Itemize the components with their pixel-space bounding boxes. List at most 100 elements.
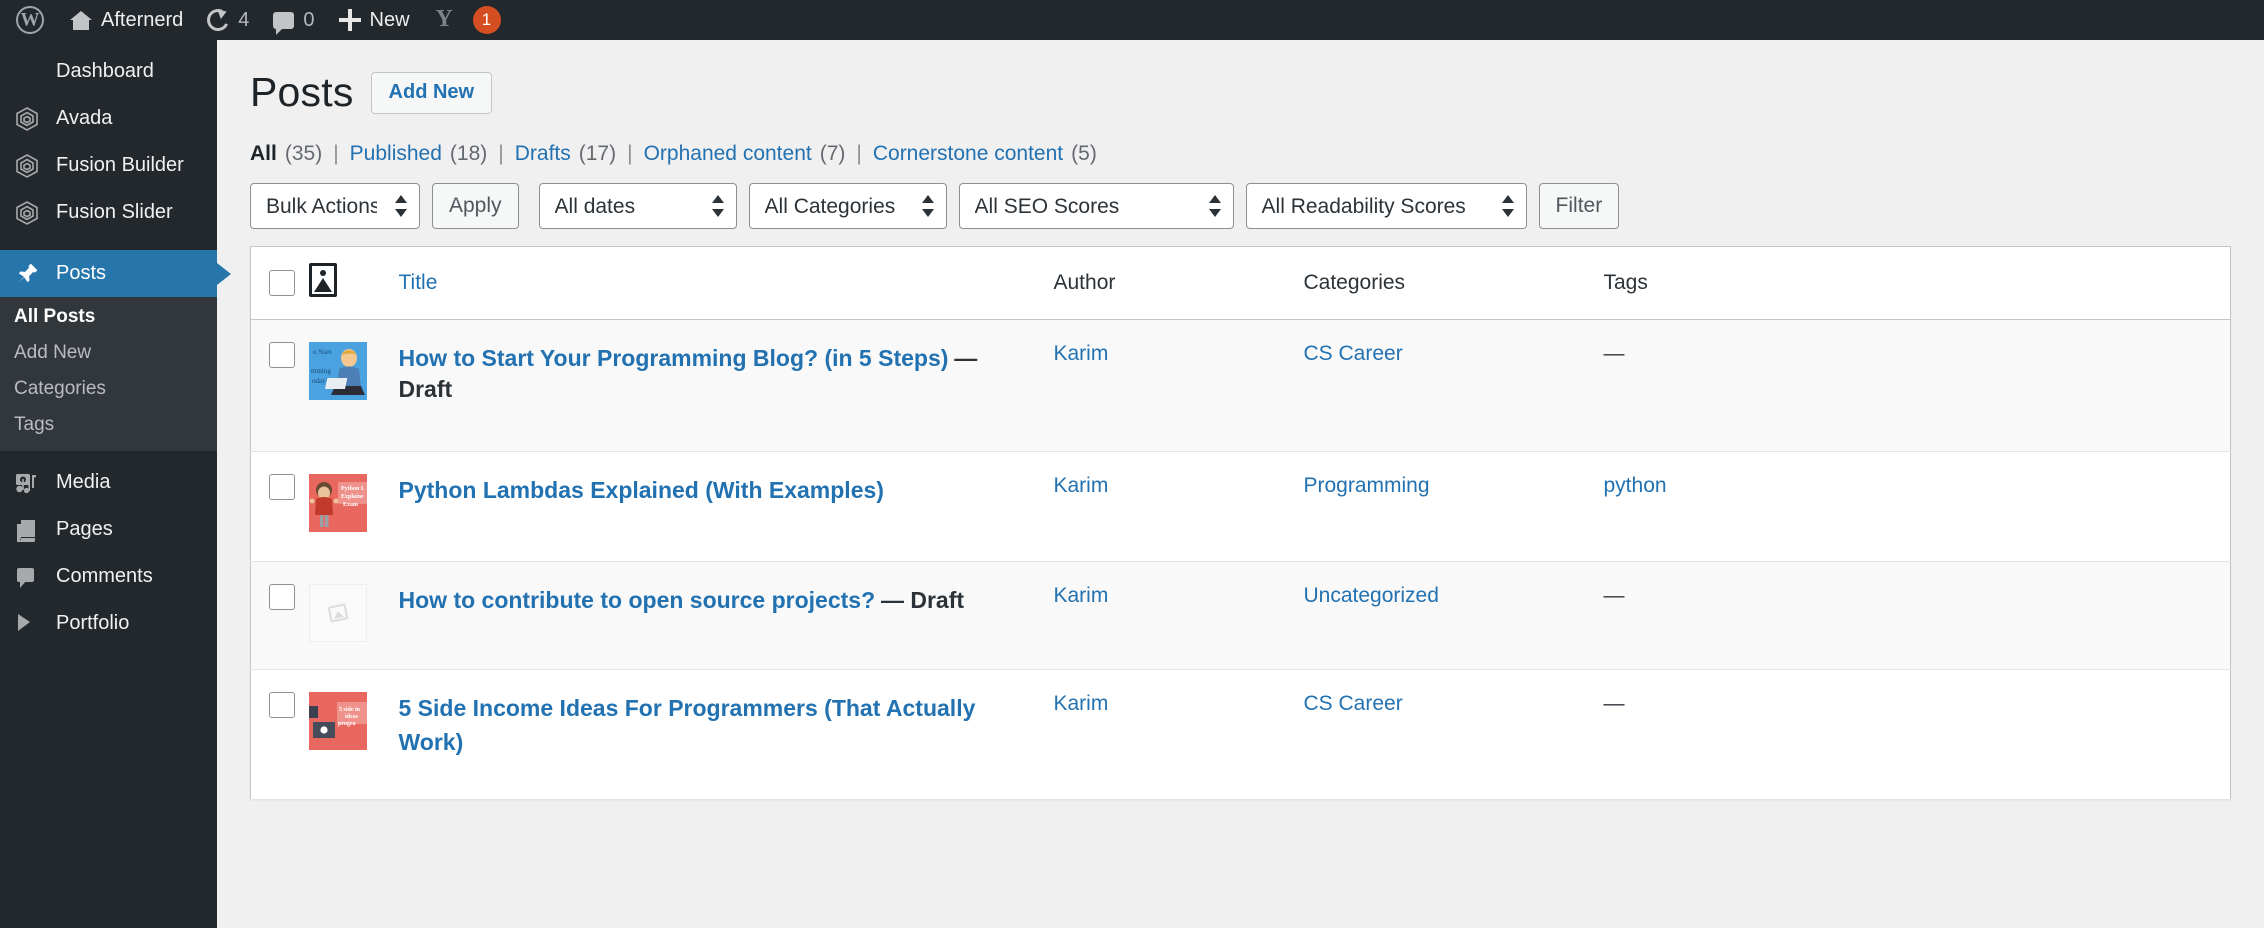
post-thumbnail: 5 side in ideas progra (308, 692, 367, 751)
yoast-seo-menu[interactable]: Y 1 (422, 0, 513, 40)
view-link-all-label[interactable]: All (250, 142, 277, 166)
updates-menu[interactable]: 4 (195, 0, 261, 40)
new-label: New (369, 8, 410, 31)
sidebar-item-label: Dashboard (56, 60, 154, 82)
svg-text:Python L: Python L (341, 486, 365, 492)
sidebar-item-comments[interactable]: Comments (0, 553, 217, 600)
categories-filter-select[interactable]: All Categories (748, 183, 947, 230)
hexagon-icon (14, 153, 40, 179)
select-all-header (250, 246, 309, 321)
sidebar-item-media[interactable]: Media (0, 459, 217, 506)
view-count-drafts: (17) (578, 142, 617, 166)
row-author-cell: Karim (1054, 670, 1304, 800)
category-link[interactable]: Uncategorized (1304, 584, 1439, 607)
view-count-all: (35) (284, 142, 323, 166)
row-checkbox[interactable] (269, 584, 295, 611)
post-title-link[interactable]: How to Start Your Programming Blog? (in … (399, 345, 949, 371)
sidebar-item-pages[interactable]: Pages (0, 506, 217, 553)
sidebar-item-dashboard[interactable]: Dashboard (0, 48, 217, 95)
sidebar-subitem-all-posts[interactable]: All Posts (0, 299, 217, 335)
sidebar-subitem-add-new[interactable]: Add New (0, 335, 217, 371)
author-link[interactable]: Karim (1054, 474, 1109, 497)
sidebar-item-label: Posts (56, 262, 107, 284)
image-placeholder-icon (327, 603, 348, 623)
row-tags-cell: — (1604, 320, 2231, 452)
author-column-header: Author (1053, 246, 1304, 321)
author-link[interactable]: Karim (1054, 342, 1109, 365)
author-link[interactable]: Karim (1054, 584, 1109, 607)
hexagon-icon (14, 106, 40, 132)
new-content-menu[interactable]: New (327, 0, 422, 40)
posts-table: Title Author Categories Tags o Start mmi… (250, 246, 2231, 801)
admin-bar: Afternerd 4 0 New Y 1 (0, 0, 2264, 40)
wordpress-logo-icon (16, 6, 44, 34)
portfolio-icon (14, 611, 40, 637)
sidebar-item-portfolio[interactable]: Portfolio (0, 600, 217, 647)
view-link-orphaned-content: Orphaned content (7) | (644, 142, 873, 166)
sidebar-item-avada[interactable]: Avada (0, 95, 217, 142)
sidebar-item-label: Pages (56, 518, 113, 540)
category-link[interactable]: Programming (1304, 474, 1430, 497)
sidebar-item-fusion-builder[interactable]: Fusion Builder (0, 142, 217, 189)
tags-value: — (1603, 584, 1625, 608)
sidebar-item-fusion-slider[interactable]: Fusion Slider (0, 189, 217, 236)
row-author-cell: Karim (1054, 320, 1304, 452)
readability-scores-select-wrap: All Readability Scores (1245, 183, 1527, 230)
categories-column-header: Categories (1303, 246, 1604, 321)
post-thumbnail: Python L Explaine Exam (308, 474, 367, 533)
bulk-actions-select[interactable]: Bulk Actions (250, 183, 420, 230)
post-title-link[interactable]: 5 Side Income Ideas For Programmers (Tha… (399, 695, 976, 754)
seo-scores-filter-select[interactable]: All SEO Scores (958, 183, 1234, 230)
row-checkbox[interactable] (269, 474, 295, 501)
tags-column-header: Tags (1603, 246, 2231, 321)
view-link-all: All (35) | (250, 142, 350, 166)
site-name-menu[interactable]: Afternerd (58, 0, 195, 40)
row-categories-cell: CS Career (1304, 320, 1604, 452)
category-link[interactable]: CS Career (1304, 692, 1403, 715)
view-link-cornerstone-content-label[interactable]: Cornerstone content (873, 142, 1063, 166)
row-thumbnail-cell: Python L Explaine Exam (308, 452, 399, 562)
row-select-cell (251, 320, 309, 452)
admin-sidebar-menu: Dashboard Avada Fusion Builder Fusion Sl… (0, 40, 217, 928)
row-categories-cell: CS Career (1304, 670, 1604, 800)
view-link-orphaned-content-label[interactable]: Orphaned content (644, 142, 812, 166)
sidebar-item-label: Avada (56, 107, 113, 129)
svg-text:ideas: ideas (345, 714, 359, 720)
tag-link[interactable]: python (1604, 474, 1667, 497)
row-tags-cell: python (1604, 452, 2231, 562)
svg-text:5 side in: 5 side in (339, 707, 361, 713)
row-author-cell: Karim (1054, 452, 1304, 562)
apply-button[interactable]: Apply (432, 183, 519, 230)
view-link-published-label[interactable]: Published (350, 142, 442, 166)
featured-image-header (308, 246, 399, 321)
row-checkbox[interactable] (269, 692, 295, 719)
table-row: o Start mming oday? How to Start Your Pr… (250, 319, 2231, 452)
table-row: Python L Explaine Exam Python Lambdas Ex… (250, 451, 2231, 562)
tags-value: — (1603, 342, 1625, 366)
svg-text:Exam: Exam (343, 502, 358, 508)
sort-by-title-link[interactable]: Title (399, 271, 438, 294)
post-title-link[interactable]: Python Lambdas Explained (With Examples) (399, 477, 884, 503)
sidebar-subitem-tags[interactable]: Tags (0, 407, 217, 443)
table-header-row: Title Author Categories Tags (250, 246, 2231, 321)
dates-filter-select[interactable]: All dates (538, 183, 737, 230)
select-all-checkbox[interactable] (269, 270, 295, 297)
sidebar-item-posts[interactable]: Posts (0, 250, 217, 297)
author-link[interactable]: Karim (1054, 692, 1109, 715)
add-new-button[interactable]: Add New (370, 71, 493, 114)
category-link[interactable]: CS Career (1304, 342, 1403, 365)
view-count-published: (18) (449, 142, 488, 166)
separator: | (856, 142, 862, 166)
sidebar-subitem-categories[interactable]: Categories (0, 371, 217, 407)
separator: | (498, 142, 504, 166)
filter-button[interactable]: Filter (1538, 183, 1620, 230)
comments-menu[interactable]: 0 (261, 0, 326, 40)
yoast-notification-badge: 1 (472, 6, 501, 34)
post-title-link[interactable]: How to contribute to open source project… (399, 587, 876, 613)
post-state-label: — Draft (880, 587, 965, 614)
row-checkbox[interactable] (269, 342, 295, 369)
wordpress-logo-menu[interactable] (0, 0, 58, 40)
sidebar-item-label: Fusion Builder (56, 154, 184, 176)
readability-scores-filter-select[interactable]: All Readability Scores (1245, 183, 1527, 230)
view-link-drafts-label[interactable]: Drafts (515, 142, 571, 166)
